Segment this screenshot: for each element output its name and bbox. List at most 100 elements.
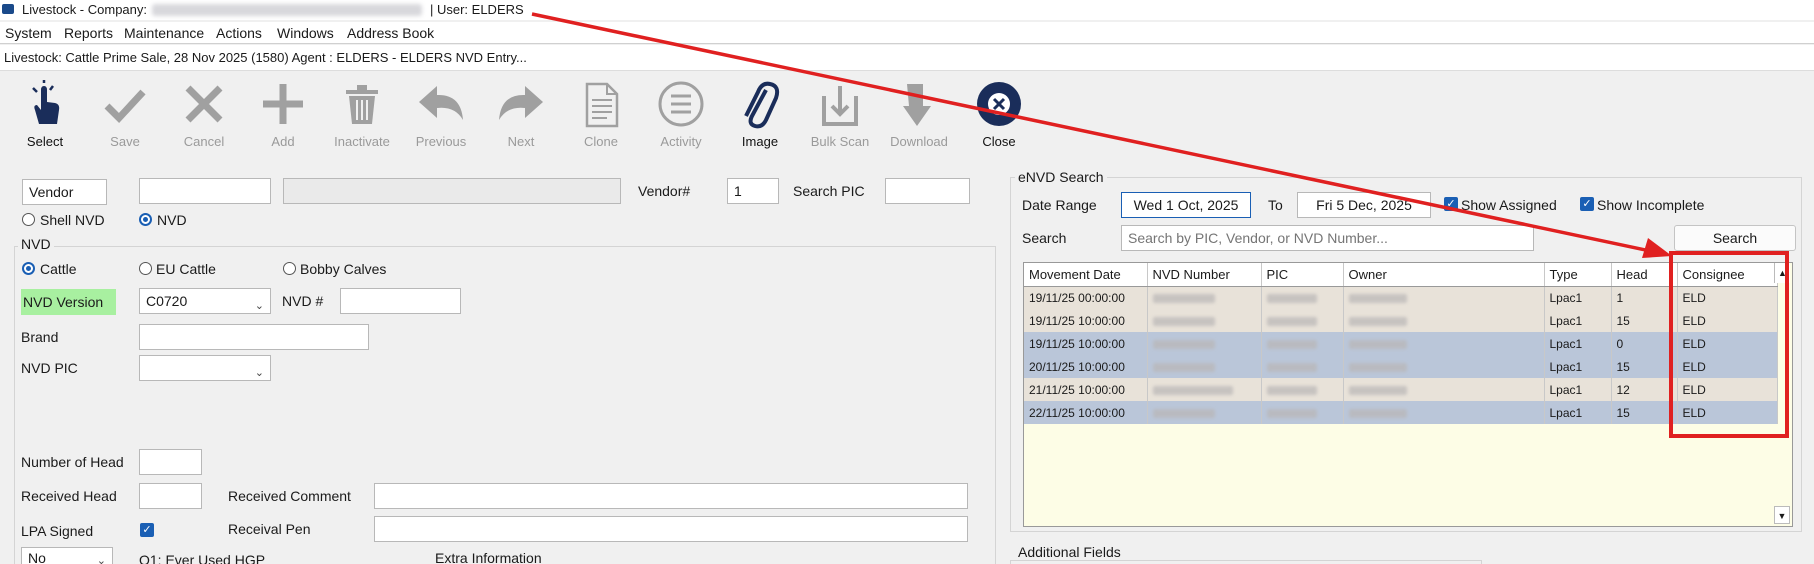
redacted-nvd-number xyxy=(1152,316,1215,326)
vendor-no-input[interactable]: 1 xyxy=(727,178,779,204)
nvd-radio[interactable] xyxy=(139,213,152,226)
show-assigned-checkbox[interactable]: ✓ xyxy=(1444,197,1458,211)
scroll-down-arrow[interactable]: ▼ xyxy=(1774,506,1790,524)
select-button[interactable]: Select xyxy=(8,80,82,152)
table-row[interactable]: 19/11/25 00:00:00 Lpac1 1 ELD xyxy=(1024,286,1778,309)
hand-pointer-icon xyxy=(32,80,60,124)
eu-cattle-radio[interactable] xyxy=(139,262,152,275)
inactivate-button[interactable]: Inactivate xyxy=(325,80,399,152)
show-incomplete-label: Show Incomplete xyxy=(1597,197,1705,213)
vendor-type-dropdown[interactable]: Vendor xyxy=(22,179,107,205)
date-from-picker[interactable]: Wed 1 Oct, 2025 xyxy=(1121,192,1251,218)
show-incomplete-checkbox[interactable]: ✓ xyxy=(1580,197,1594,211)
shell-nvd-label: Shell NVD xyxy=(40,212,105,228)
q1-value: No xyxy=(28,550,46,564)
search-label: Search xyxy=(1022,230,1067,246)
menu-actions[interactable]: Actions xyxy=(216,22,262,44)
nvd-pic-dropdown[interactable]: ⌄ xyxy=(139,355,271,381)
redacted-owner xyxy=(1348,339,1407,349)
title-app-text: Livestock - Company: xyxy=(22,2,147,17)
movement-date-cell: 19/11/25 10:00:00 xyxy=(1024,332,1148,355)
head-cell: 1 xyxy=(1611,286,1678,309)
activity-label: Activity xyxy=(660,134,702,149)
download-button[interactable]: Download xyxy=(882,80,956,152)
redacted-pic xyxy=(1266,362,1317,372)
table-row[interactable]: 19/11/25 10:00:00 Lpac1 0 ELD xyxy=(1024,332,1778,355)
search-pic-label: Search PIC xyxy=(793,183,865,199)
redacted-owner xyxy=(1348,316,1407,326)
number-of-head-input[interactable] xyxy=(139,449,202,475)
vendor-code-input[interactable] xyxy=(139,178,271,204)
table-row[interactable]: 22/11/25 10:00:00 Lpac1 15 ELD xyxy=(1024,401,1778,424)
menu-windows[interactable]: Windows xyxy=(277,22,334,44)
redacted-owner xyxy=(1348,362,1407,372)
table-row[interactable]: 21/11/25 10:00:00 Lpac1 12 ELD xyxy=(1024,378,1778,401)
bobby-calves-radio[interactable] xyxy=(283,262,296,275)
download-arrow-icon xyxy=(903,84,931,126)
consignee-cell: ELD xyxy=(1677,286,1778,309)
eu-cattle-label: EU Cattle xyxy=(156,261,216,277)
download-label: Download xyxy=(890,134,948,149)
activity-button[interactable]: Activity xyxy=(644,80,718,152)
search-pic-input[interactable] xyxy=(885,178,970,204)
table-row[interactable]: 19/11/25 10:00:00 Lpac1 15 ELD xyxy=(1024,309,1778,332)
close-button[interactable]: Close xyxy=(962,80,1036,152)
next-button[interactable]: Next xyxy=(484,80,558,152)
cattle-radio[interactable] xyxy=(22,262,35,275)
x-icon xyxy=(185,85,223,123)
redacted-nvd-number xyxy=(1152,408,1215,418)
lpa-signed-checkbox[interactable]: ✓ xyxy=(140,523,154,537)
brand-label: Brand xyxy=(21,329,59,345)
movement-date-cell: 22/11/25 10:00:00 xyxy=(1024,401,1148,424)
movement-date-cell: 21/11/25 10:00:00 xyxy=(1024,378,1148,401)
col-consignee[interactable]: Consignee xyxy=(1677,263,1778,287)
envd-search-title: eNVD Search xyxy=(1015,169,1107,185)
type-cell: Lpac1 xyxy=(1544,401,1612,424)
type-cell: Lpac1 xyxy=(1544,332,1612,355)
redacted-nvd-number xyxy=(1152,294,1215,304)
nvd-number-input[interactable] xyxy=(340,288,461,314)
received-comment-input[interactable] xyxy=(374,483,968,509)
inactivate-label: Inactivate xyxy=(334,134,390,149)
col-pic[interactable]: PIC xyxy=(1261,263,1344,287)
table-row[interactable]: 20/11/25 10:00:00 Lpac1 15 ELD xyxy=(1024,355,1778,378)
previous-button[interactable]: Previous xyxy=(404,80,478,152)
date-to-picker[interactable]: Fri 5 Dec, 2025 xyxy=(1297,192,1431,218)
menu-system[interactable]: System xyxy=(5,22,52,44)
envd-search-button[interactable]: Search xyxy=(1674,225,1796,251)
col-type[interactable]: Type xyxy=(1544,263,1612,287)
clone-button[interactable]: Clone xyxy=(564,80,638,152)
col-owner[interactable]: Owner xyxy=(1343,263,1545,287)
q1-dropdown[interactable]: No ⌄ xyxy=(21,547,113,564)
redacted-company-name xyxy=(152,4,422,16)
close-label: Close xyxy=(982,134,1016,149)
title-user-text: | User: ELDERS xyxy=(430,2,524,17)
scroll-up-arrow[interactable]: ▲ xyxy=(1774,263,1790,283)
cancel-button[interactable]: Cancel xyxy=(167,80,241,152)
arrow-left-icon xyxy=(419,86,463,120)
menu-reports[interactable]: Reports xyxy=(64,22,113,44)
type-cell: Lpac1 xyxy=(1544,309,1612,332)
redacted-pic xyxy=(1266,339,1317,349)
chevron-down-icon: ⌄ xyxy=(254,367,264,379)
menu-maintenance[interactable]: Maintenance xyxy=(124,22,204,44)
add-button[interactable]: Add xyxy=(246,80,320,152)
brand-input[interactable] xyxy=(139,324,369,350)
received-head-label: Received Head xyxy=(21,488,117,504)
bulk-scan-button[interactable]: Bulk Scan xyxy=(803,80,877,152)
col-head[interactable]: Head xyxy=(1611,263,1678,287)
shell-nvd-radio[interactable] xyxy=(22,213,35,226)
nvd-version-dropdown[interactable]: C0720 ⌄ xyxy=(139,288,271,314)
col-nvd-number[interactable]: NVD Number xyxy=(1147,263,1262,287)
head-cell: 15 xyxy=(1611,355,1678,378)
next-label: Next xyxy=(507,134,535,149)
show-assigned-label: Show Assigned xyxy=(1461,197,1557,213)
save-button[interactable]: Save xyxy=(88,80,162,152)
receival-pen-input[interactable] xyxy=(374,516,968,542)
menu-address-book[interactable]: Address Book xyxy=(347,22,434,44)
redacted-owner xyxy=(1348,385,1407,395)
col-movement-date[interactable]: Movement Date xyxy=(1024,263,1148,287)
image-button[interactable]: Image xyxy=(723,80,797,152)
received-head-input[interactable] xyxy=(139,483,202,509)
envd-search-input[interactable] xyxy=(1121,225,1534,251)
